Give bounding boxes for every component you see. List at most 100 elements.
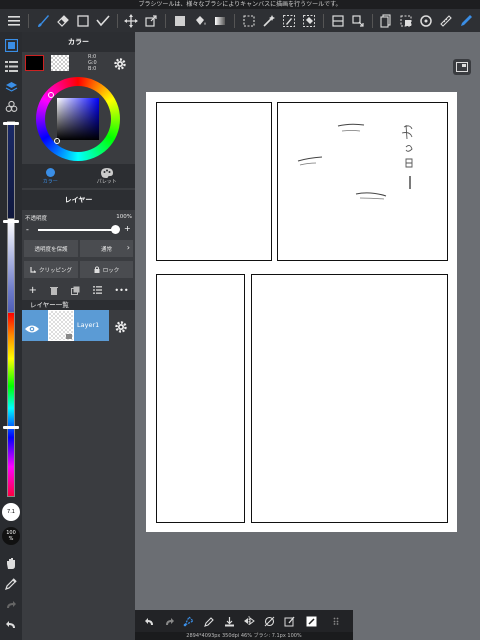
clipping-icon <box>30 267 36 273</box>
protect-alpha-button[interactable]: 透明度を保護 <box>24 240 78 257</box>
bottom-toolbar <box>135 610 353 632</box>
lock-icon <box>94 266 100 273</box>
opacity-plus-button[interactable]: + <box>124 225 131 233</box>
more-options-icon[interactable]: ••• <box>114 286 128 295</box>
layer-settings-gear-icon[interactable] <box>114 319 128 338</box>
tab-palette-label: パレット <box>96 178 117 185</box>
eyedropper-bottom-icon[interactable] <box>199 612 219 630</box>
opacity-track[interactable] <box>38 229 116 231</box>
edit-frame-icon[interactable] <box>279 612 299 630</box>
delete-layer-icon[interactable] <box>49 286 58 295</box>
rotate-reset-icon[interactable] <box>259 612 279 630</box>
opacity-minus-button[interactable]: - <box>26 226 29 234</box>
select-rect-icon[interactable] <box>73 10 93 31</box>
clipping-button[interactable]: クリッピング <box>24 261 78 278</box>
menu-icon[interactable] <box>4 10 24 31</box>
opacity-indicator[interactable]: 100 % <box>2 527 20 545</box>
select-eraser-icon[interactable] <box>299 10 319 31</box>
quick-edit-icon[interactable] <box>301 612 321 630</box>
opacity-knob[interactable] <box>3 220 19 223</box>
tab-color-label: カラー <box>42 179 58 185</box>
lock-button[interactable]: ロック <box>80 261 133 278</box>
undo-icon[interactable] <box>2 617 20 633</box>
layer-panel-title: レイヤー <box>64 196 93 204</box>
color-settings-gear-icon[interactable] <box>113 56 127 75</box>
frame-divide-icon[interactable] <box>328 10 348 31</box>
magic-wand-icon[interactable] <box>259 10 279 31</box>
protect-alpha-label: 透明度を保護 <box>34 246 68 253</box>
select-layer-icon[interactable] <box>396 10 416 31</box>
foreground-color-swatch[interactable] <box>25 55 44 71</box>
hue-picker-handle[interactable] <box>48 92 54 98</box>
brush-size-value: 7.1 <box>7 509 15 515</box>
toolbar-divider <box>322 13 324 28</box>
eyedropper-icon[interactable] <box>2 576 20 592</box>
pen-active-icon[interactable] <box>456 10 476 31</box>
toolbar-divider <box>371 13 373 28</box>
layers-icon[interactable] <box>376 10 396 31</box>
flip-horizontal-icon[interactable] <box>239 612 259 630</box>
add-layer-icon[interactable]: + <box>28 285 36 296</box>
material-icon[interactable] <box>2 98 20 114</box>
canvas-workspace[interactable] <box>135 32 480 608</box>
color-panel-header: カラー <box>22 32 135 52</box>
panel-layout-button[interactable] <box>453 59 471 75</box>
bucket-icon[interactable] <box>190 10 210 31</box>
text-icon[interactable] <box>348 10 368 31</box>
hue-slider[interactable] <box>7 312 15 497</box>
layer-list-header: レイヤー一覧 <box>22 300 135 310</box>
rotate-icon[interactable] <box>416 10 436 31</box>
brush-size-knob[interactable] <box>3 122 19 125</box>
lock-label: ロック <box>102 267 120 274</box>
move-icon[interactable] <box>122 10 142 31</box>
sv-square[interactable] <box>57 98 99 140</box>
drag-handle-icon[interactable] <box>327 612 347 630</box>
brush-icon[interactable] <box>33 10 53 31</box>
hue-knob[interactable] <box>3 426 19 429</box>
tab-palette[interactable]: パレット <box>79 164 136 188</box>
background-color-swatch[interactable] <box>51 55 69 71</box>
visibility-eye-icon[interactable] <box>25 319 39 338</box>
redo-bottom-icon[interactable] <box>159 612 179 630</box>
rgb-b: B:0 <box>88 66 97 72</box>
opacity-thumb[interactable] <box>111 225 120 234</box>
layer-type-badge <box>66 334 72 339</box>
toolbar-divider <box>165 13 167 28</box>
ruler-icon[interactable] <box>436 10 456 31</box>
color-panel-title: カラー <box>68 38 89 46</box>
duplicate-layer-icon[interactable] <box>70 286 80 295</box>
undo-bottom-icon[interactable] <box>139 612 159 630</box>
transform-icon[interactable] <box>141 10 161 31</box>
layer-row-layer1[interactable]: Layer1 <box>22 310 109 341</box>
canvas-page[interactable] <box>146 92 457 532</box>
layer-actions: + ••• <box>22 282 135 298</box>
redo-icon[interactable] <box>2 597 20 613</box>
lasso-fill-icon[interactable] <box>179 612 199 630</box>
left-rail: 7.1 100 % <box>0 32 22 640</box>
layer-panel-toggle-icon[interactable] <box>2 79 20 95</box>
clipping-label: クリッピング <box>38 267 72 274</box>
select-pen-icon[interactable] <box>279 10 299 31</box>
color-wheel-area <box>22 74 135 164</box>
lasso-check-icon[interactable] <box>93 10 113 31</box>
hand-icon[interactable] <box>2 555 20 571</box>
eraser-icon[interactable] <box>53 10 73 31</box>
opacity-row: 不透明度 100% <box>25 214 132 222</box>
select-area-icon[interactable] <box>239 10 259 31</box>
sketch-strokes <box>297 123 413 200</box>
brush-size-indicator[interactable]: 7.1 <box>2 503 20 521</box>
gradient-icon[interactable] <box>210 10 230 31</box>
canvas-info-bar: 2894*4093px 350dpi 46% ブラシ: 7.1px 100% <box>135 632 353 640</box>
fill-color-icon[interactable] <box>170 10 190 31</box>
list-toggle-icon[interactable] <box>2 58 20 74</box>
top-toolbar <box>0 9 480 32</box>
layer-list-icon[interactable] <box>92 286 102 294</box>
sv-picker-handle[interactable] <box>54 138 60 144</box>
blend-mode-button[interactable]: 通常 › <box>80 240 133 257</box>
save-icon[interactable] <box>219 612 239 630</box>
comic-frame-4 <box>251 274 448 523</box>
tab-color[interactable]: カラー <box>22 164 79 188</box>
color-panel-toggle-icon[interactable] <box>2 37 20 53</box>
opacity-indicator-unit: % <box>8 536 14 542</box>
status-bar: ブラシツールは、様々なブラシによりキャンバスに描画を行うツールです。 <box>0 0 480 9</box>
